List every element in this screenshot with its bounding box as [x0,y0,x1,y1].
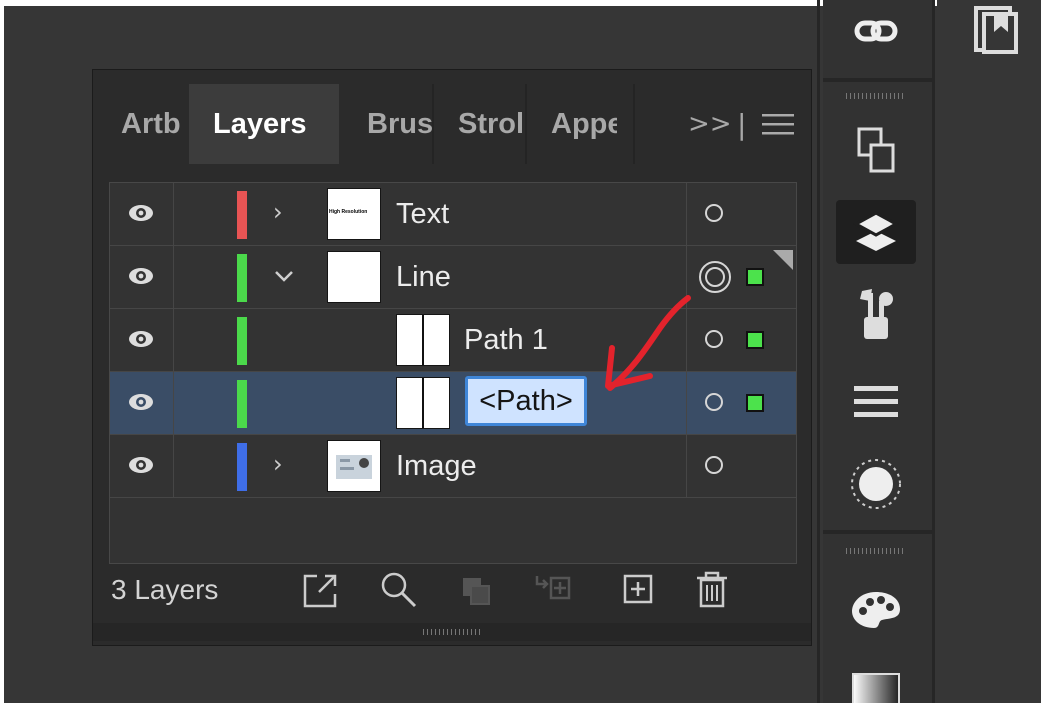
layer-name[interactable]: Text [396,183,449,245]
search-icon[interactable] [379,570,419,610]
panel-tab-bar: Artb Layers Brus Strol Appe >> | [93,84,811,164]
far-right-column [937,0,1041,708]
clipping-mask-icon [463,578,490,605]
gradient-icon[interactable] [836,660,916,708]
new-sublayer-icon [535,576,571,600]
column-divider [686,435,687,497]
tab-separator: | [737,107,747,141]
dock-separator [823,78,933,82]
bottom-edge [0,703,1041,708]
visibility-eye-icon[interactable] [128,455,154,475]
dock-grip[interactable] [846,93,906,99]
left-edge [0,0,4,708]
bookmark-icon[interactable] [970,6,1024,58]
annotation-arrow [605,295,691,391]
layer-name[interactable]: Line [396,246,451,308]
tab-stroke[interactable]: Strol [434,84,526,164]
column-divider [173,183,174,245]
visibility-eye-icon[interactable] [128,392,154,412]
layer-name-edit-field[interactable]: <Path> [465,376,587,426]
layer-name[interactable]: Path 1 [464,309,548,371]
tab-divider [633,84,635,164]
layer-thumbnail [396,314,450,366]
targeted-circle-icon[interactable] [698,260,732,294]
selection-indicator[interactable] [746,331,764,349]
layer-row-text[interactable]: › High Resolution Text [110,183,796,246]
column-divider [173,435,174,497]
layer-thumbnail [327,440,381,492]
dock-separator [823,530,933,534]
layer-name[interactable]: Image [396,435,477,497]
column-divider [686,183,687,245]
trash-icon[interactable] [693,570,733,610]
layer-row-image[interactable]: › Image [110,435,796,498]
layer-thumbnail [396,377,450,429]
tab-overflow-button[interactable]: >> [688,84,732,164]
visibility-eye-icon[interactable] [128,266,154,286]
visibility-eye-icon[interactable] [128,329,154,349]
layers-icon[interactable] [836,200,916,264]
appearance-icon[interactable] [836,452,916,516]
dock-divider [817,0,820,708]
panel-footer: 3 Layers [93,568,811,618]
layer-thumbnail [327,251,381,303]
layer-color-bar [237,317,247,365]
artboards-icon[interactable] [836,118,916,182]
export-icon[interactable] [301,570,341,610]
selection-indicator[interactable] [746,394,764,412]
target-circle-icon[interactable] [704,203,724,223]
layer-color-bar [237,443,247,491]
collapse-chevron-icon[interactable] [273,266,295,286]
layer-count: 3 Layers [111,574,219,605]
target-circle-icon[interactable] [704,329,724,349]
layer-color-bar [237,380,247,428]
panel-resize-grip[interactable] [93,623,811,641]
row-corner-indicator [773,250,793,270]
color-palette-icon[interactable] [836,578,916,642]
selection-indicator[interactable] [746,268,764,286]
hamburger-menu-icon[interactable] [761,84,795,164]
layer-color-bar [237,254,247,302]
target-circle-icon[interactable] [704,455,724,475]
links-icon[interactable] [836,2,916,60]
column-divider [173,372,174,434]
dock-grip[interactable] [846,548,906,554]
stroke-icon[interactable] [836,370,916,434]
tab-layers[interactable]: Layers [189,84,339,164]
expand-chevron-icon[interactable]: › [273,449,293,479]
new-layer-icon[interactable] [619,570,659,610]
tab-artboards[interactable]: Artb [93,84,189,164]
layers-panel: Artb Layers Brus Strol Appe >> | › High … [93,70,811,645]
tab-appearance[interactable]: Appe [527,84,617,164]
brushes-icon[interactable] [836,282,916,346]
layer-color-bar [237,191,247,239]
visibility-eye-icon[interactable] [128,203,154,223]
column-divider [173,246,174,308]
expand-chevron-icon[interactable]: › [273,197,293,227]
dock-divider-right [932,0,935,708]
column-divider [173,309,174,371]
tab-brushes[interactable]: Brus [339,84,433,164]
layer-thumbnail: High Resolution [327,188,381,240]
target-circle-icon[interactable] [704,392,724,412]
